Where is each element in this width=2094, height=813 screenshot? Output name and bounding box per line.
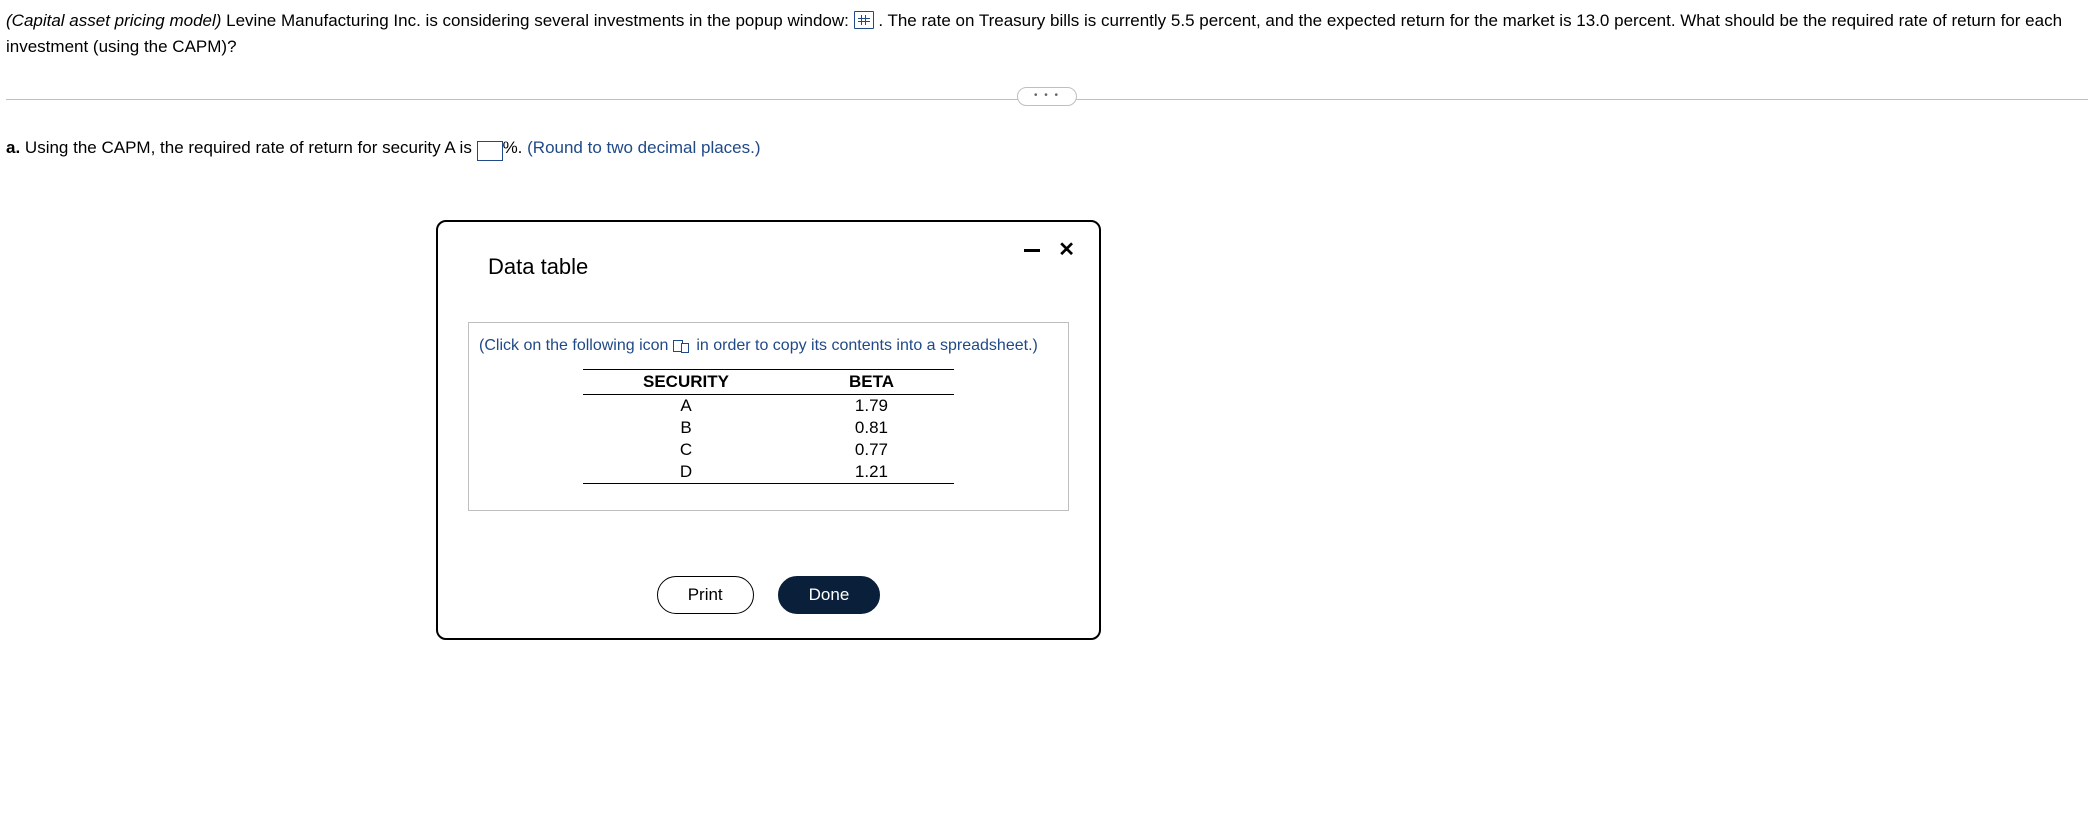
print-button[interactable]: Print [657, 576, 754, 614]
cell-beta: 0.81 [789, 417, 954, 439]
cell-security: C [583, 439, 789, 461]
copy-note: (Click on the following icon in order to… [479, 337, 1058, 355]
minimize-icon[interactable] [1024, 249, 1040, 252]
header-security: SECURITY [583, 370, 789, 395]
done-button[interactable]: Done [778, 576, 881, 614]
table-row: A 1.79 [583, 395, 954, 418]
copy-note-after: in order to copy its contents into a spr… [692, 337, 1038, 354]
answer-input-a[interactable] [477, 141, 503, 161]
stem-italic: (Capital asset pricing model) [6, 11, 221, 30]
more-button[interactable]: • • • [1017, 87, 1077, 106]
modal-content: (Click on the following icon in order to… [468, 322, 1069, 511]
cell-beta: 1.79 [789, 395, 954, 418]
close-icon[interactable]: ✕ [1058, 240, 1075, 260]
cell-security: D [583, 461, 789, 484]
part-a-label: a. [6, 138, 20, 157]
table-row: C 0.77 [583, 439, 954, 461]
part-a: a. Using the CAPM, the required rate of … [6, 135, 2088, 161]
table-header-row: SECURITY BETA [583, 370, 954, 395]
stem-before-icon: Levine Manufacturing Inc. is considering… [221, 11, 853, 30]
cell-security: B [583, 417, 789, 439]
cell-beta: 0.77 [789, 439, 954, 461]
data-table-modal: Data table ✕ (Click on the following ico… [436, 220, 1101, 640]
copy-icon[interactable] [673, 340, 692, 352]
data-table: SECURITY BETA A 1.79 B 0.81 [583, 369, 954, 484]
part-a-before: Using the CAPM, the required rate of ret… [20, 138, 476, 157]
cell-beta: 1.21 [789, 461, 954, 484]
modal-button-row: Print Done [438, 576, 1099, 614]
table-popup-icon[interactable] [854, 11, 874, 29]
table-row: B 0.81 [583, 417, 954, 439]
modal-title: Data table [488, 254, 588, 280]
header-beta: BETA [789, 370, 954, 395]
table-row: D 1.21 [583, 461, 954, 484]
cell-security: A [583, 395, 789, 418]
divider: • • • [6, 87, 2088, 111]
part-a-after: %. [503, 138, 528, 157]
question-stem: (Capital asset pricing model) Levine Man… [6, 8, 2088, 61]
part-a-hint: (Round to two decimal places.) [527, 138, 760, 157]
copy-note-before: (Click on the following icon [479, 337, 673, 354]
